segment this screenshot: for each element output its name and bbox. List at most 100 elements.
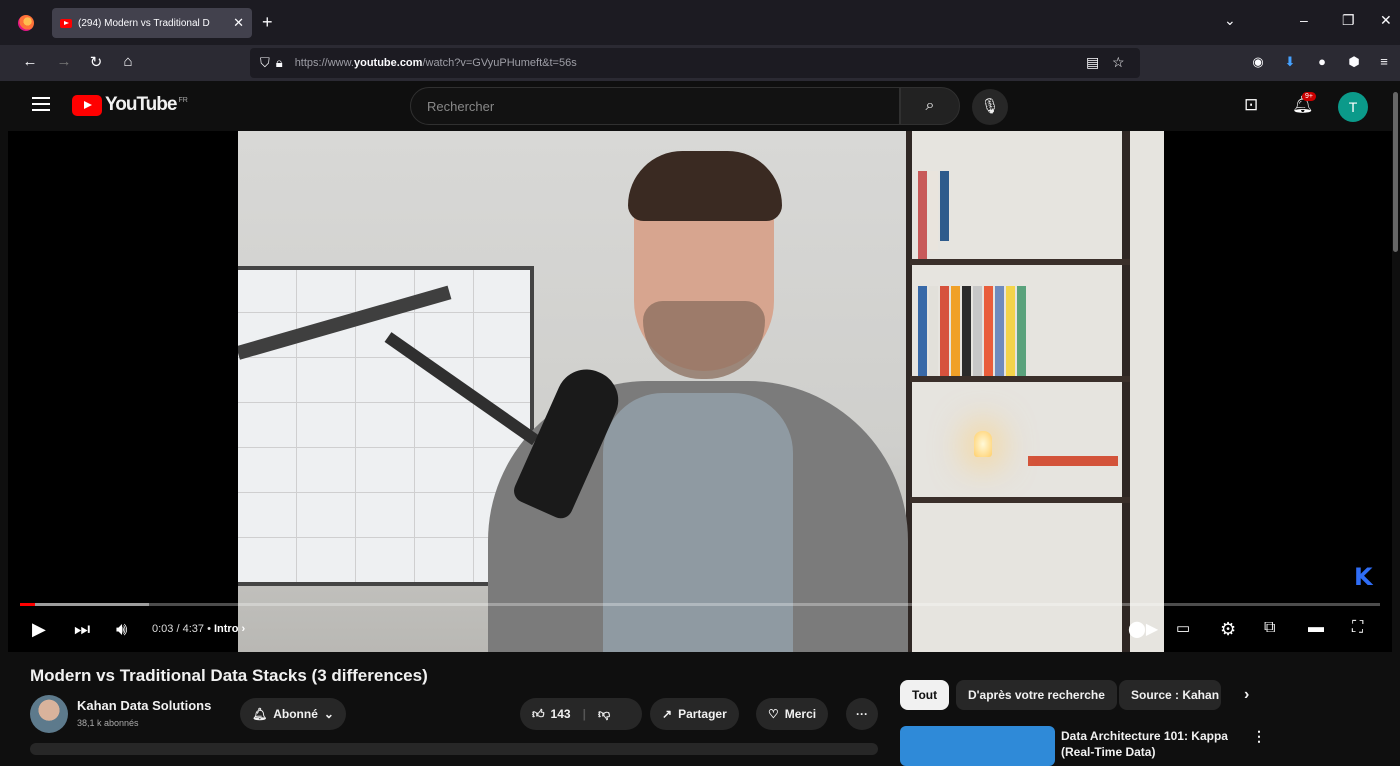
extension-icon[interactable]: ● xyxy=(1314,54,1330,70)
video-info-area: Modern vs Traditional Data Stacks (3 dif… xyxy=(0,652,1400,766)
description-box[interactable] xyxy=(30,743,878,755)
channel-watermark-logo[interactable]: K xyxy=(1354,563,1373,591)
more-actions-button[interactable]: ··· xyxy=(846,698,878,730)
lock-icon[interactable]: 🔒︎ xyxy=(276,55,283,71)
youtube-logo[interactable]: YouTube FR xyxy=(72,94,188,116)
pocket-icon[interactable]: ◉ xyxy=(1250,54,1266,70)
voice-search-mic-icon[interactable]: 🎙︎ xyxy=(972,89,1008,125)
dislike-icon[interactable]: 👎︎ xyxy=(598,707,610,722)
chapter-label[interactable]: Intro xyxy=(214,623,238,635)
search-icon[interactable]: ⌕ xyxy=(900,87,960,125)
tab-close-icon[interactable]: ✕ xyxy=(233,15,244,31)
chapter-arrow-icon[interactable]: › xyxy=(242,623,246,635)
divider: | xyxy=(582,707,586,721)
like-count[interactable]: 143 xyxy=(551,707,571,721)
puzzle-extensions-icon[interactable]: ⬢ xyxy=(1346,54,1362,70)
super-thanks-icon: ♡ xyxy=(768,707,779,721)
recommended-video-title[interactable]: Data Architecture 101: Kappa (Real-Time … xyxy=(1061,728,1251,760)
shelf-3 xyxy=(910,497,1130,503)
subscribed-button[interactable]: 🔔︎ Abonné ⌄ xyxy=(240,698,346,730)
search-input[interactable]: Rechercher xyxy=(410,87,900,125)
chip-source-channel[interactable]: Source : Kahan xyxy=(1119,680,1221,710)
settings-gear-icon[interactable]: ⚙ xyxy=(1220,619,1236,640)
chip-from-search[interactable]: D'après votre recherche xyxy=(956,680,1117,710)
like-dislike-group: 👍︎ 143 | 👎︎ xyxy=(520,698,642,730)
forward-arrow-icon[interactable]: → xyxy=(54,53,74,70)
reload-icon[interactable]: ↻ xyxy=(86,53,106,71)
buffer-bar xyxy=(20,603,150,606)
theater-mode-icon[interactable]: ▬ xyxy=(1308,619,1324,637)
duration: 4:37 xyxy=(182,623,205,635)
notification-count-badge: 9+ xyxy=(1302,92,1316,101)
time-display: 0:03 / 4:37 • Intro › xyxy=(152,623,246,635)
ladder-shelf-right xyxy=(1122,131,1130,652)
subtitles-icon[interactable]: ▭ xyxy=(1176,619,1190,637)
youtube-play-logo-icon xyxy=(72,94,102,116)
chip-all[interactable]: Tout xyxy=(900,680,950,710)
books-row-1 xyxy=(918,171,949,259)
reader-view-icon[interactable]: ▤ xyxy=(1086,54,1099,71)
account-avatar[interactable]: T xyxy=(1338,92,1368,122)
minimize-button[interactable]: – xyxy=(1300,12,1308,28)
guide-menu-icon[interactable] xyxy=(32,97,50,111)
person-hair xyxy=(628,151,782,221)
url-bar[interactable]: ⛉ 🔒︎ https://www.youtube.com/watch?v=GVy… xyxy=(250,48,1140,78)
person-shirt xyxy=(603,393,793,652)
volume-icon[interactable]: 🔊︎ xyxy=(116,619,127,640)
shelf-2 xyxy=(910,376,1130,382)
fullscreen-icon[interactable]: ⛶ xyxy=(1352,619,1363,637)
channel-avatar[interactable] xyxy=(30,695,68,733)
subscribed-label: Abonné xyxy=(273,707,318,721)
chips-next-arrow-icon[interactable]: › xyxy=(1232,680,1261,710)
browser-tab-youtube[interactable]: (294) Modern vs Traditional D ✕ xyxy=(52,8,252,38)
tab-list-chevron-icon[interactable]: ⌄ xyxy=(1224,12,1236,29)
youtube-favicon-icon xyxy=(60,18,72,28)
bookmark-star-icon[interactable]: ☆ xyxy=(1112,54,1125,71)
recommended-more-icon[interactable]: ⋮ xyxy=(1252,728,1266,745)
played-bar xyxy=(20,603,35,606)
autoplay-toggle-icon[interactable]: ⬤▶ xyxy=(1128,619,1158,639)
lamp xyxy=(974,431,992,457)
share-arrow-icon: ↗ xyxy=(662,707,673,721)
video-player[interactable]: K ▶ ⏭︎ 🔊︎ 0:03 / 4:37 • Intro › ⬤▶ ▭ ⚙ ⧉… xyxy=(8,131,1392,652)
youtube-header: YouTube FR Rechercher ⌕ 🎙︎ ⊡ 🔔︎ 9+ T xyxy=(0,81,1400,131)
firefox-logo-icon[interactable] xyxy=(18,14,34,31)
create-video-icon[interactable]: ⊡ xyxy=(1244,95,1258,115)
like-icon[interactable]: 👍︎ xyxy=(532,707,545,722)
bell-icon: 🔔︎ xyxy=(252,707,268,721)
url-text[interactable]: https://www.youtube.com/watch?v=GVyuPHum… xyxy=(295,57,577,69)
current-time: 0:03 xyxy=(152,623,174,635)
browser-tab-strip: (294) Modern vs Traditional D ✕ + ⌄ – ❐ … xyxy=(0,0,1400,45)
thanks-button[interactable]: ♡ Merci xyxy=(756,698,829,730)
browser-navbar: ← → ↻ ⌂ ⛉ 🔒︎ https://www.youtube.com/wat… xyxy=(0,45,1400,81)
miniplayer-icon[interactable]: ⧉ xyxy=(1264,619,1275,637)
tab-title: (294) Modern vs Traditional D xyxy=(78,17,210,29)
page-scrollbar[interactable] xyxy=(1393,92,1398,252)
shield-icon[interactable]: ⛉ xyxy=(260,55,270,71)
app-menu-icon[interactable]: ≡ xyxy=(1376,54,1392,70)
shelf-1 xyxy=(910,259,1130,265)
new-tab-button[interactable]: + xyxy=(262,12,273,33)
chevron-down-icon: ⌄ xyxy=(323,707,334,721)
share-button[interactable]: ↗ Partager xyxy=(650,698,739,730)
download-icon[interactable]: ⬇ xyxy=(1282,54,1298,70)
progress-bar[interactable] xyxy=(20,603,1380,606)
youtube-wordmark: YouTube xyxy=(105,94,177,115)
restore-button[interactable]: ❐ xyxy=(1342,12,1355,29)
home-icon[interactable]: ⌂ xyxy=(118,53,138,70)
books-row-3 xyxy=(1028,456,1118,466)
subscriber-count: 38,1 k abonnés xyxy=(77,718,139,728)
books-row-2 xyxy=(918,286,1026,376)
recommended-video-thumbnail[interactable] xyxy=(900,726,1055,766)
person-beard xyxy=(643,301,765,379)
video-frame[interactable] xyxy=(238,131,1164,652)
channel-name[interactable]: Kahan Data Solutions xyxy=(77,698,211,713)
region-code: FR xyxy=(178,96,188,104)
thanks-label: Merci xyxy=(784,707,817,721)
share-label: Partager xyxy=(678,707,727,721)
video-title: Modern vs Traditional Data Stacks (3 dif… xyxy=(30,666,428,685)
play-icon[interactable]: ▶ xyxy=(32,619,46,640)
close-window-button[interactable]: ✕ xyxy=(1380,12,1392,29)
back-arrow-icon[interactable]: ← xyxy=(20,53,40,70)
next-video-icon[interactable]: ⏭︎ xyxy=(74,619,90,640)
